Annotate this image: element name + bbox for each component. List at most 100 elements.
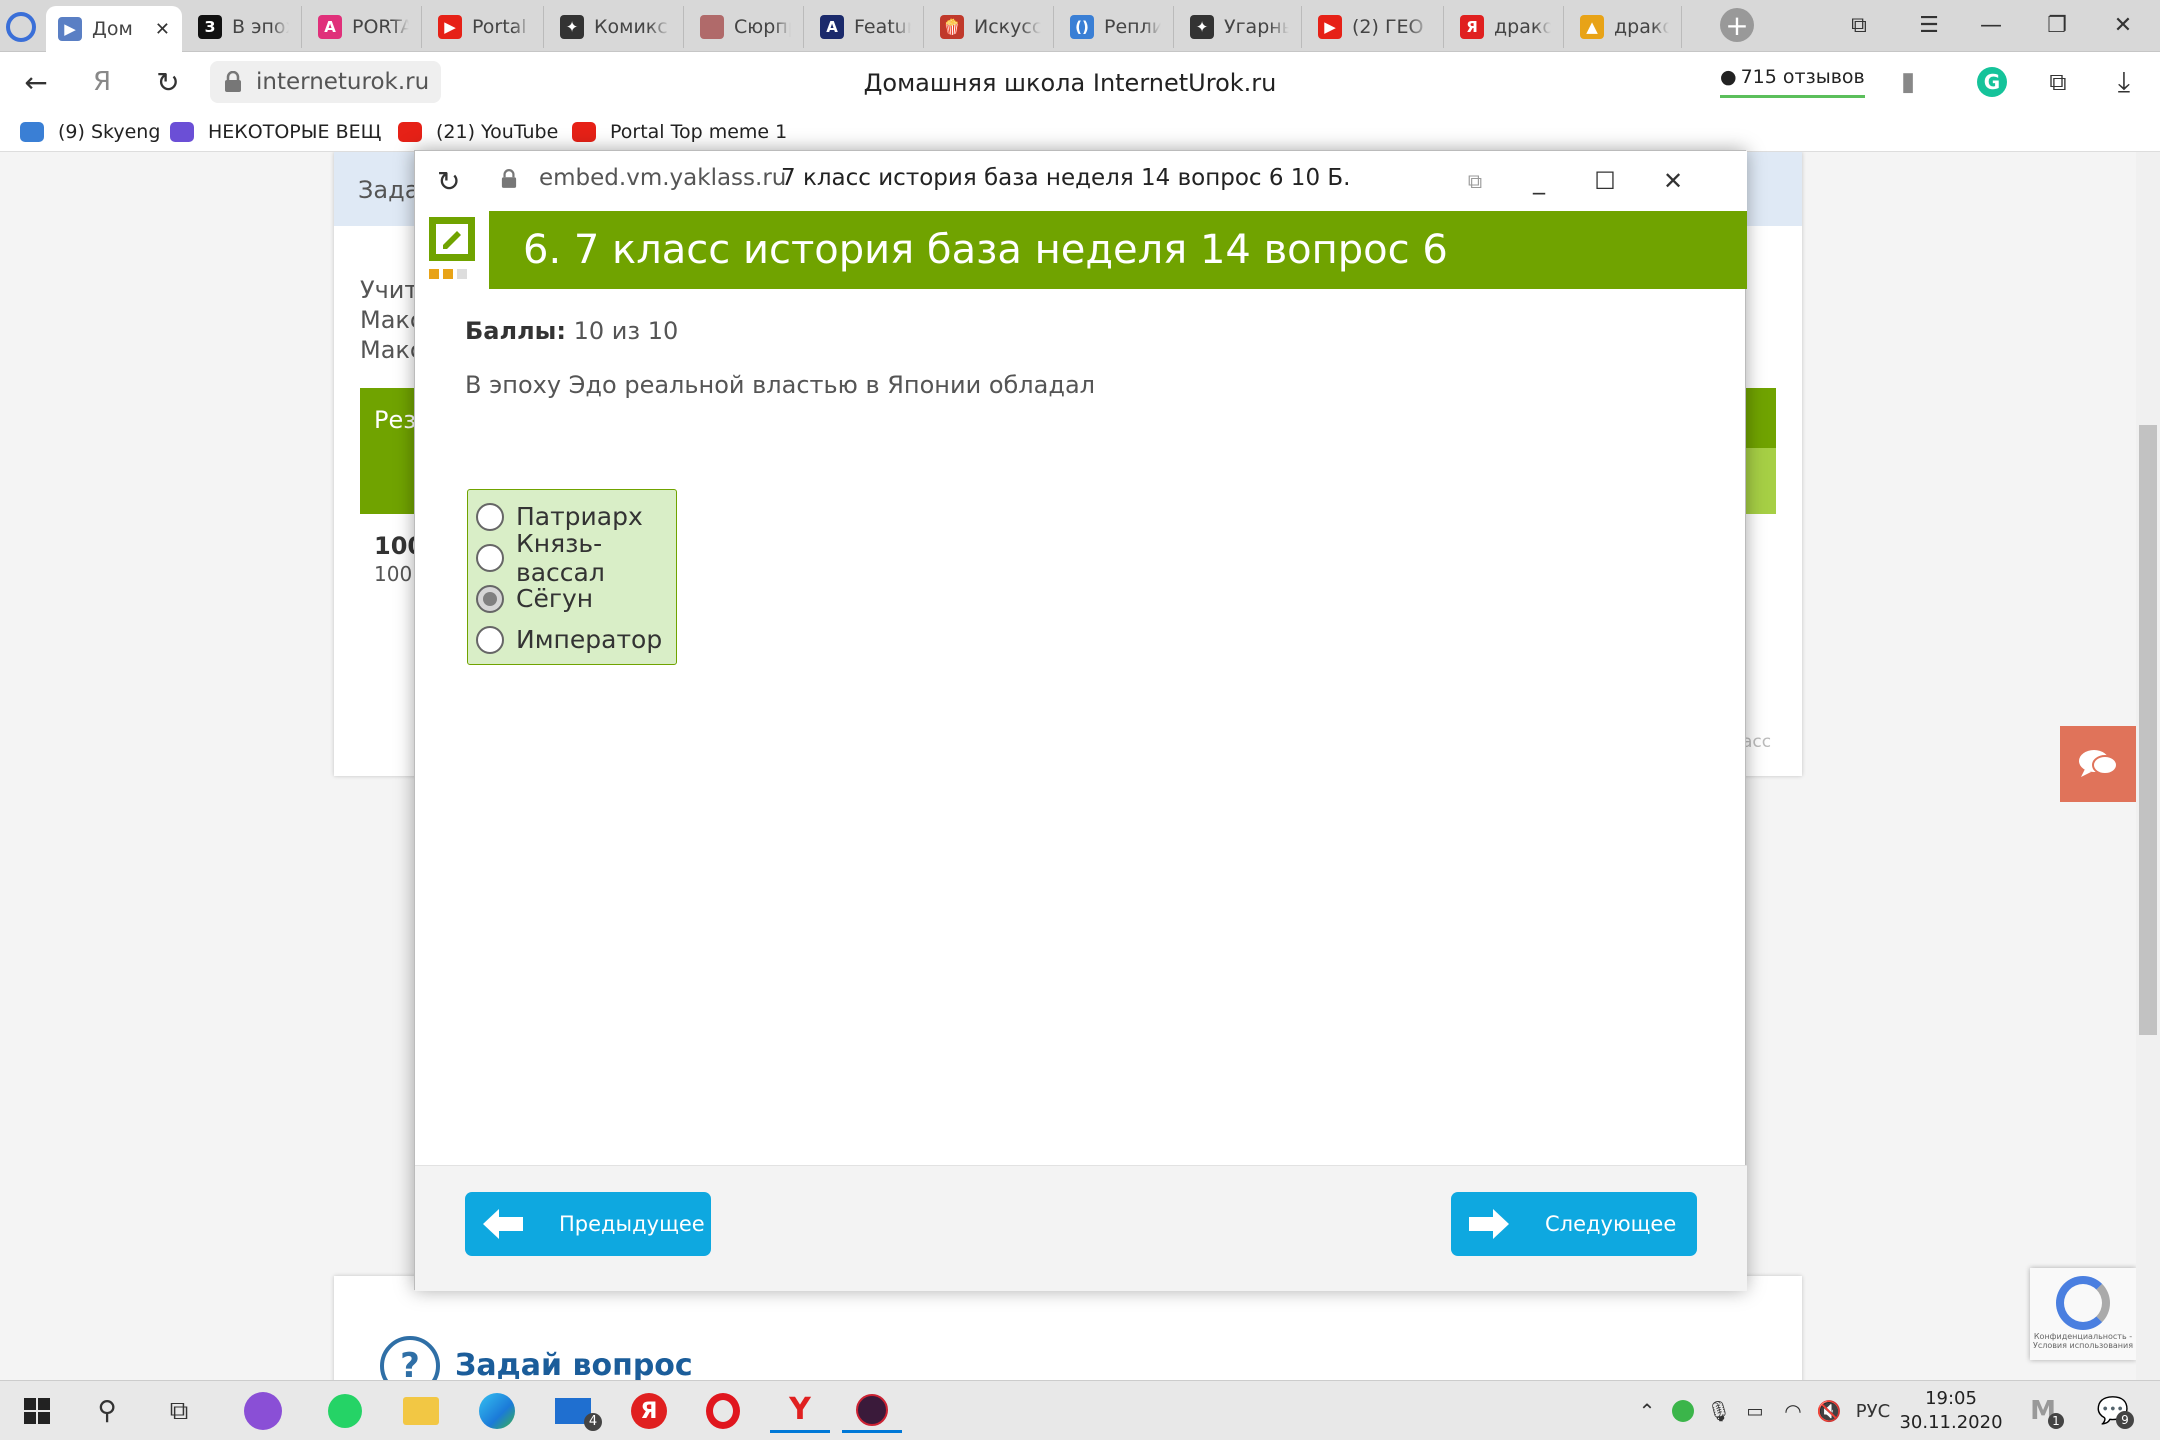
previous-label: Предыдущее	[559, 1212, 705, 1236]
tabs-overview-icon[interactable]: ⧉	[1826, 0, 1892, 50]
bookmark-0[interactable]: (9) Skyeng	[20, 118, 160, 146]
clock[interactable]: 19:05 30.11.2020	[1896, 1387, 2006, 1435]
file-explorer-icon[interactable]	[398, 1389, 444, 1433]
tab-label: Комикс	[594, 16, 668, 38]
extension-icon[interactable]: ⧉	[2038, 62, 2078, 102]
url-field[interactable]: interneturok.ru	[210, 61, 442, 103]
task-view-icon[interactable]: ⧉	[156, 1389, 202, 1433]
reviews-badge[interactable]: ● 715 отзывов	[1720, 58, 1865, 98]
score-label: Баллы:	[465, 317, 566, 345]
recaptcha-icon	[2056, 1276, 2110, 1330]
alice-icon[interactable]	[240, 1389, 286, 1433]
grammarly-icon[interactable]: G	[1972, 62, 2012, 102]
app-circle	[856, 1393, 888, 1426]
ask-question-title[interactable]: Задай вопрос	[455, 1348, 693, 1383]
popup-title-bar: ↻ embed.vm.yaklass.ru 7 класс история ба…	[415, 151, 1747, 211]
minimize-button[interactable]: —	[1958, 0, 2024, 50]
radio-button[interactable]	[476, 502, 504, 531]
tab-7[interactable]: 🍿 Искусс	[928, 6, 1054, 48]
tab-5[interactable]: Сюрпр	[688, 6, 804, 48]
mail-icon[interactable]: 4	[550, 1389, 602, 1433]
clock-time: 19:05	[1925, 1388, 1977, 1409]
next-button[interactable]: Следующее	[1451, 1192, 1697, 1256]
restore-button[interactable]: ❐	[2024, 0, 2090, 50]
tab-8[interactable]: () Реплик	[1058, 6, 1174, 48]
clock-date: 30.11.2020	[1899, 1412, 2003, 1433]
bookmark-2[interactable]: (21) YouTube	[398, 118, 558, 146]
windows-start-icon[interactable]	[14, 1389, 60, 1433]
tab-favicon-icon: ▶	[58, 17, 82, 41]
yandex-taskbar-icon[interactable]: Я	[626, 1389, 672, 1433]
edge-circle	[479, 1393, 515, 1429]
chat-icon	[2079, 750, 2118, 777]
tab-close-icon[interactable]: ✕	[155, 19, 170, 40]
scrollbar-thumb[interactable]	[2139, 425, 2157, 1035]
close-window-button[interactable]: ✕	[2090, 0, 2156, 50]
tab-0[interactable]: ▶ Дом ✕	[46, 6, 182, 52]
tab-label: Искусс	[974, 16, 1041, 38]
radio-button[interactable]	[476, 584, 504, 613]
tab-label: дракон	[1614, 16, 1669, 38]
yandex-browser-icon[interactable]	[6, 12, 36, 42]
tab-3[interactable]: ▶ Portal T	[426, 6, 544, 48]
tab-12[interactable]: ▲ дракон	[1568, 6, 1682, 48]
back-button[interactable]: ←	[16, 62, 56, 102]
tab-favicon-icon: Я	[1460, 15, 1484, 39]
popup-reload-icon[interactable]: ↻	[437, 165, 460, 198]
answer-label: Сёгун	[516, 584, 594, 613]
tab-favicon-icon: ()	[1070, 15, 1094, 39]
answer-option[interactable]: Император	[468, 619, 676, 660]
tab-label: Сюрпр	[734, 16, 791, 38]
tab-10[interactable]: ▶ (2) ГЕО	[1306, 6, 1444, 48]
recaptcha-badge[interactable]: Конфиденциальность - Условия использован…	[2030, 1268, 2136, 1360]
exercise-banner: 6. 7 класс история база неделя 14 вопрос…	[489, 211, 1747, 289]
tab-label: (2) ГЕО	[1352, 16, 1424, 38]
language-indicator[interactable]: РУС	[1848, 1389, 1898, 1433]
edge-icon[interactable]	[474, 1389, 520, 1433]
class-text: асс	[1742, 732, 1772, 752]
bookmark-1[interactable]: НЕКОТОРЫЕ ВЕЩ	[170, 118, 381, 146]
popup-maximize-button[interactable]: ☐	[1585, 161, 1625, 201]
grammarly-circle: G	[1977, 67, 2007, 97]
tab-label: Feature	[854, 16, 911, 38]
chat-button[interactable]	[2060, 726, 2136, 802]
popup-minimize-button[interactable]: _	[1519, 161, 1559, 201]
notifications-icon[interactable]: 💬 9	[2090, 1389, 2136, 1433]
tab-1[interactable]: З В эпоху	[186, 6, 302, 48]
opera-icon[interactable]	[700, 1389, 746, 1433]
tab-6[interactable]: A Feature	[808, 6, 924, 48]
tab-4[interactable]: ✦ Комикс	[548, 6, 684, 48]
tab-11[interactable]: Ядракон	[1448, 6, 1564, 48]
new-tab-button[interactable]: +	[1720, 8, 1754, 42]
bookmark-favicon-icon	[170, 122, 194, 142]
bookmark-favicon-icon	[398, 122, 422, 142]
app-taskbar-icon[interactable]	[842, 1389, 902, 1433]
yandex-browser-taskbar-icon[interactable]: Y	[770, 1389, 830, 1433]
radio-button[interactable]	[476, 543, 504, 572]
mail-tray-icon[interactable]: M1	[2020, 1389, 2066, 1433]
bookmark-3[interactable]: Portal Top meme 1	[572, 118, 787, 146]
search-icon[interactable]: ⚲	[84, 1389, 130, 1433]
reload-button[interactable]: ↻	[148, 62, 188, 102]
volume-muted-icon[interactable]: 🔇	[1806, 1389, 1852, 1433]
popup-extra-icon[interactable]: ⧉	[1455, 161, 1495, 201]
popup-window: ↻ embed.vm.yaklass.ru 7 класс история ба…	[414, 150, 1747, 1291]
previous-button[interactable]: Предыдущее	[465, 1192, 711, 1256]
folder-shape	[403, 1397, 439, 1425]
answer-option[interactable]: Князь-вассал	[468, 529, 676, 587]
popup-close-button[interactable]: ✕	[1653, 161, 1693, 201]
whatsapp-icon[interactable]	[322, 1389, 368, 1433]
page-title: Домашняя школа InternetUrok.ru	[863, 69, 1277, 97]
tab-favicon-icon: A	[820, 15, 844, 39]
download-icon[interactable]: ⤓	[2104, 62, 2144, 102]
tab-9[interactable]: ✦ Угарны	[1178, 6, 1302, 48]
tab-2[interactable]: A PORTAL	[306, 6, 422, 48]
yandex-button[interactable]: Я	[82, 62, 122, 102]
radio-button[interactable]	[476, 625, 504, 654]
tab-favicon-icon: 🍿	[940, 15, 964, 39]
next-label: Следующее	[1545, 1212, 1677, 1236]
bookmark-icon[interactable]: ▮	[1888, 62, 1928, 102]
bookmark-favicon-icon	[572, 122, 596, 142]
menu-icon[interactable]: ☰	[1896, 0, 1962, 50]
bookmark-label: НЕКОТОРЫЕ ВЕЩ	[208, 121, 382, 143]
